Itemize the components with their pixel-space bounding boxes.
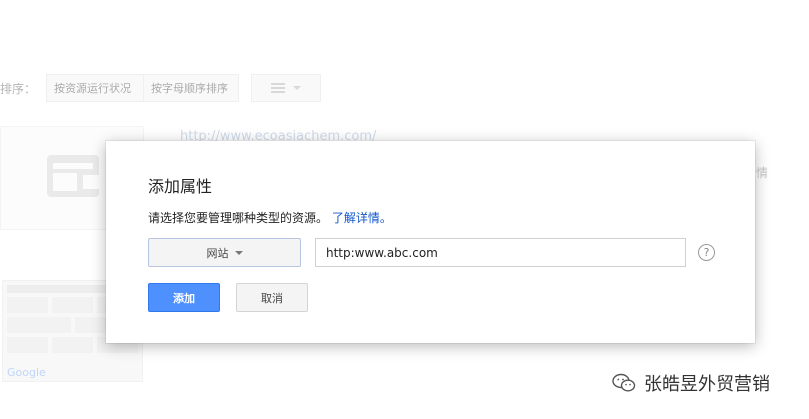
list-view-icon: [271, 83, 285, 93]
thumbnail-logo: Google: [7, 366, 46, 379]
site-detail-text: 情: [756, 166, 769, 180]
property-type-select[interactable]: 网站: [148, 238, 301, 267]
website-icon: [47, 155, 99, 197]
chevron-down-icon: [293, 86, 301, 90]
cancel-button[interactable]: 取消: [236, 283, 308, 312]
watermark-text: 张皓昱外贸营销: [644, 374, 770, 395]
help-icon[interactable]: ?: [698, 244, 715, 261]
learn-more-link[interactable]: 了解详情。: [332, 211, 392, 225]
watermark: 张皓昱外贸营销: [612, 368, 770, 398]
sort-alphabetical-button[interactable]: 按字母顺序排序: [143, 74, 239, 102]
sort-label: 排序：: [0, 82, 37, 96]
description-text: 请选择您要管理哪种类型的资源。: [148, 211, 329, 225]
property-type-value: 网站: [206, 246, 229, 260]
dialog-title: 添加属性: [148, 177, 213, 196]
sort-by-health-button[interactable]: 按资源运行状况: [46, 74, 144, 102]
add-property-dialog: 添加属性 请选择您要管理哪种类型的资源。 了解详情。 网站 ? 添加 取消: [106, 141, 755, 343]
url-input[interactable]: [315, 238, 686, 267]
view-mode-button[interactable]: [251, 74, 321, 102]
chevron-down-icon: [234, 250, 243, 255]
wechat-icon: [612, 373, 636, 392]
dialog-description: 请选择您要管理哪种类型的资源。 了解详情。: [148, 209, 392, 226]
add-button[interactable]: 添加: [148, 283, 220, 312]
